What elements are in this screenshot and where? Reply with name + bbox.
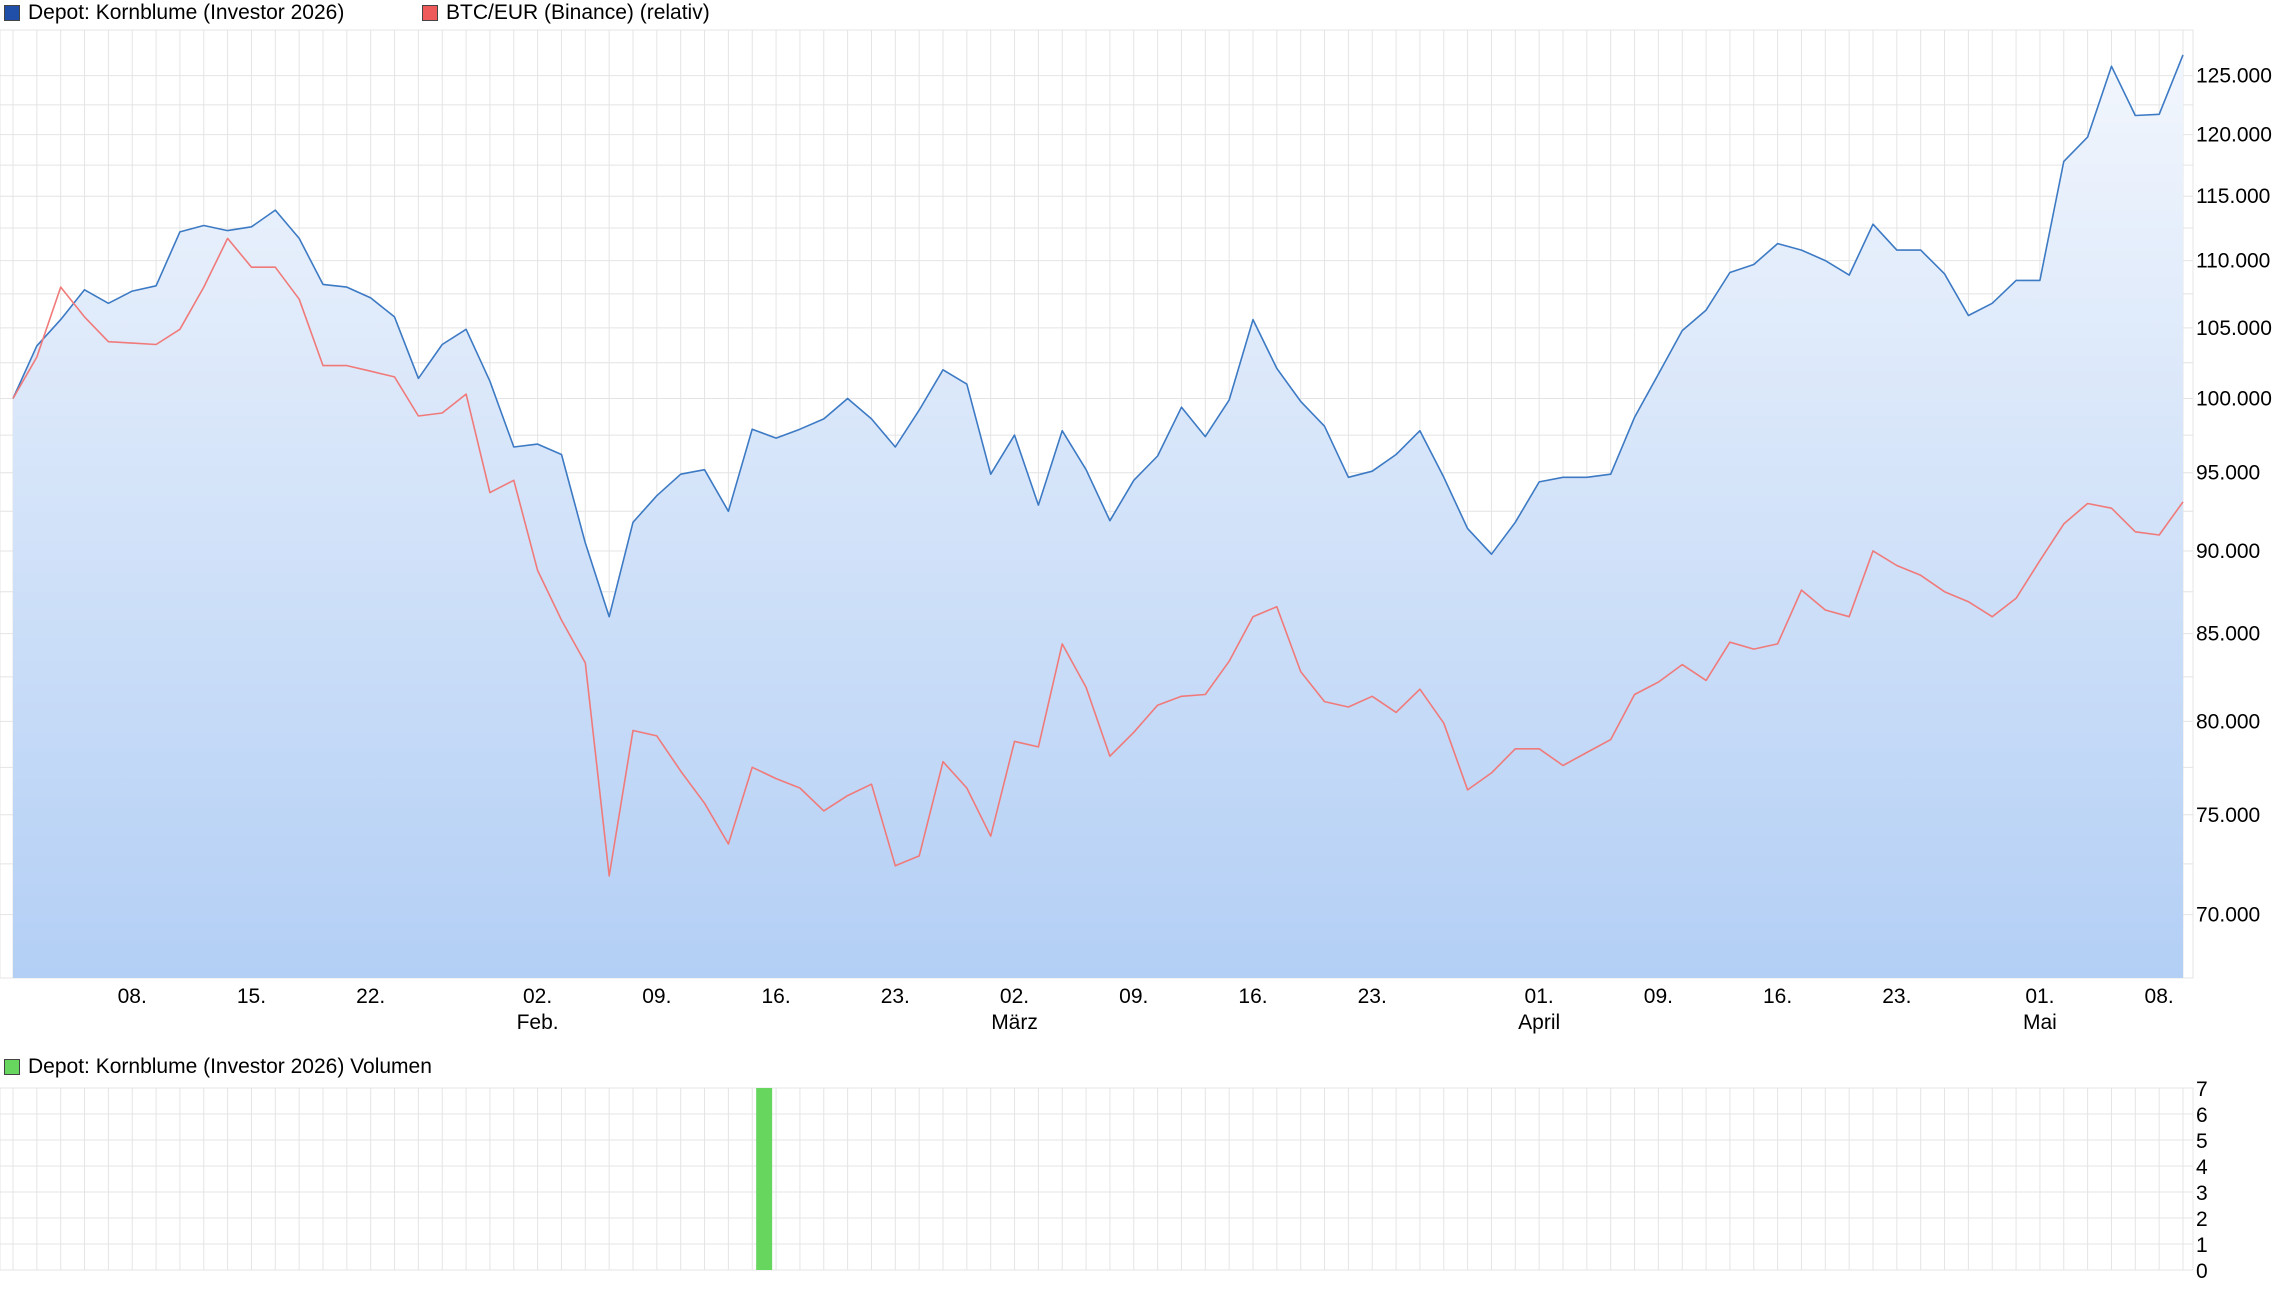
x-tick-month-label: Mai [2023,1011,2057,1034]
legend-volume: Depot: Kornblume (Investor 2026) Volumen [4,1055,432,1079]
depot-swatch [4,5,20,21]
x-tick-label: 23. [1882,985,1911,1008]
y-tick-label: 105.000 [2196,317,2272,340]
main-plot-area [12,54,2184,978]
x-tick-month-label: April [1518,1011,1560,1034]
x-tick-label: 23. [1358,985,1387,1008]
volume-swatch [4,1059,20,1075]
volume-plot-area [756,1088,773,1270]
volume-y-tick-label: 0 [2196,1260,2208,1283]
volume-y-tick-label: 4 [2196,1156,2208,1179]
x-tick-label: 09. [1119,985,1148,1008]
x-tick-label: 16. [1238,985,1267,1008]
y-tick-label: 70.000 [2196,904,2260,927]
x-tick-label: 16. [761,985,790,1008]
x-tick-label: 01. [1525,985,1554,1008]
volume-y-tick-label: 5 [2196,1130,2208,1153]
x-tick-label: 16. [1763,985,1792,1008]
volume-bar [756,1088,773,1270]
y-tick-label: 75.000 [2196,804,2260,827]
x-tick-label: 09. [642,985,671,1008]
x-tick-label: 01. [2025,985,2054,1008]
volume-frame [0,1087,2194,1271]
legend-depot-label: Depot: Kornblume (Investor 2026) [28,1,345,24]
x-tick-label: 02. [523,985,552,1008]
legend-volume-label: Depot: Kornblume (Investor 2026) Volumen [28,1055,432,1078]
x-tick-label: 23. [881,985,910,1008]
legend-btc: BTC/EUR (Binance) (relativ) [422,1,710,25]
y-tick-label: 125.000 [2196,65,2272,88]
volume-y-tick-label: 7 [2196,1078,2208,1101]
btc-swatch [422,5,438,21]
legend-btc-label: BTC/EUR (Binance) (relativ) [446,1,710,24]
chart-canvas: 70.000 75.000 80.000 85.000 90.000 95.000 100.… [0,29,2272,1283]
x-tick-label: 08. [118,985,147,1008]
volume-y-tick-label: 3 [2196,1182,2208,1205]
x-tick-label: 15. [237,985,266,1008]
y-tick-label: 100.000 [2196,387,2272,410]
x-tick-month-label: Feb. [517,1011,559,1034]
y-tick-label: 80.000 [2196,710,2260,733]
y-tick-label: 110.000 [2196,250,2270,273]
y-tick-label: 120.000 [2196,124,2272,147]
y-tick-label: 115.000 [2196,185,2270,208]
volume-grid [0,1087,2194,1271]
x-tick-label: 22. [356,985,385,1008]
x-tick-label: 08. [2145,985,2174,1008]
volume-y-tick-label: 2 [2196,1208,2208,1231]
volume-y-tick-label: 6 [2196,1104,2208,1127]
x-tick-label: 09. [1644,985,1673,1008]
y-tick-label: 95.000 [2196,462,2260,485]
depot-area-fill [13,54,2183,978]
x-tick-label: 02. [1000,985,1029,1008]
legend-depot: Depot: Kornblume (Investor 2026) [4,1,344,25]
volume-y-axis: 0 1 2 3 4 5 6 7 [2196,1078,2208,1283]
volume-y-tick-label: 1 [2196,1234,2208,1257]
x-axis: 08. 15. 22. 02. Feb. 09. 16. 23. 02. März 09. 16. 23… [118,985,2174,1034]
x-tick-month-label: März [991,1011,1038,1034]
y-axis: 70.000 75.000 80.000 85.000 90.000 95.000 100.… [2196,65,2272,927]
y-tick-label: 90.000 [2196,540,2260,563]
y-tick-label: 85.000 [2196,623,2260,646]
